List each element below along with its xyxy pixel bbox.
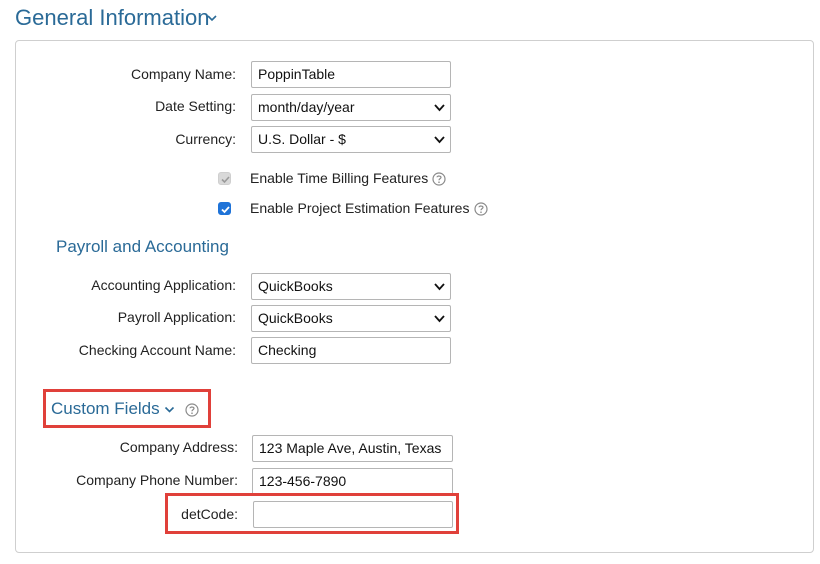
date-setting-value: month/day/year [258,99,355,115]
custom-fields-title[interactable]: Custom Fields [51,399,160,419]
project-estimation-label: Enable Project Estimation Features [250,200,470,216]
accounting-application-label: Accounting Application: [91,277,236,293]
payroll-application-select[interactable]: QuickBooks [251,305,451,332]
time-billing-checkbox[interactable] [218,172,231,185]
detcode-label: detCode: [181,506,238,522]
page-title[interactable]: General Information [15,5,209,31]
currency-value: U.S. Dollar - $ [258,131,346,147]
company-name-input[interactable]: PoppinTable [251,61,451,88]
detcode-input[interactable] [253,501,453,528]
chevron-down-icon [434,283,445,291]
currency-select[interactable]: U.S. Dollar - $ [251,126,451,153]
chevron-down-icon[interactable] [206,12,218,24]
time-billing-label: Enable Time Billing Features [250,170,429,186]
payroll-application-label: Payroll Application: [117,309,236,325]
date-setting-label: Date Setting: [155,98,236,114]
help-icon[interactable] [432,172,446,186]
company-address-input[interactable]: 123 Maple Ave, Austin, Texas [252,435,453,462]
payroll-application-value: QuickBooks [258,310,333,326]
help-icon[interactable] [185,403,199,417]
help-icon[interactable] [474,202,488,216]
date-setting-select[interactable]: month/day/year [251,94,451,121]
accounting-application-value: QuickBooks [258,278,333,294]
chevron-down-icon[interactable] [164,405,175,415]
company-phone-input[interactable]: 123-456-7890 [252,468,453,495]
checking-account-label: Checking Account Name: [78,342,236,358]
project-estimation-checkbox[interactable] [218,202,231,215]
currency-label: Currency: [175,131,236,147]
company-name-label: Company Name: [130,66,236,82]
checking-account-input[interactable]: Checking [251,337,451,364]
company-phone-label: Company Phone Number: [76,472,238,488]
chevron-down-icon [434,136,445,144]
company-address-label: Company Address: [119,439,238,455]
accounting-application-select[interactable]: QuickBooks [251,273,451,300]
checkmark-icon [221,176,230,184]
payroll-section-title: Payroll and Accounting [56,237,229,256]
chevron-down-icon [434,104,445,112]
chevron-down-icon [434,315,445,323]
checkmark-icon [221,206,230,214]
